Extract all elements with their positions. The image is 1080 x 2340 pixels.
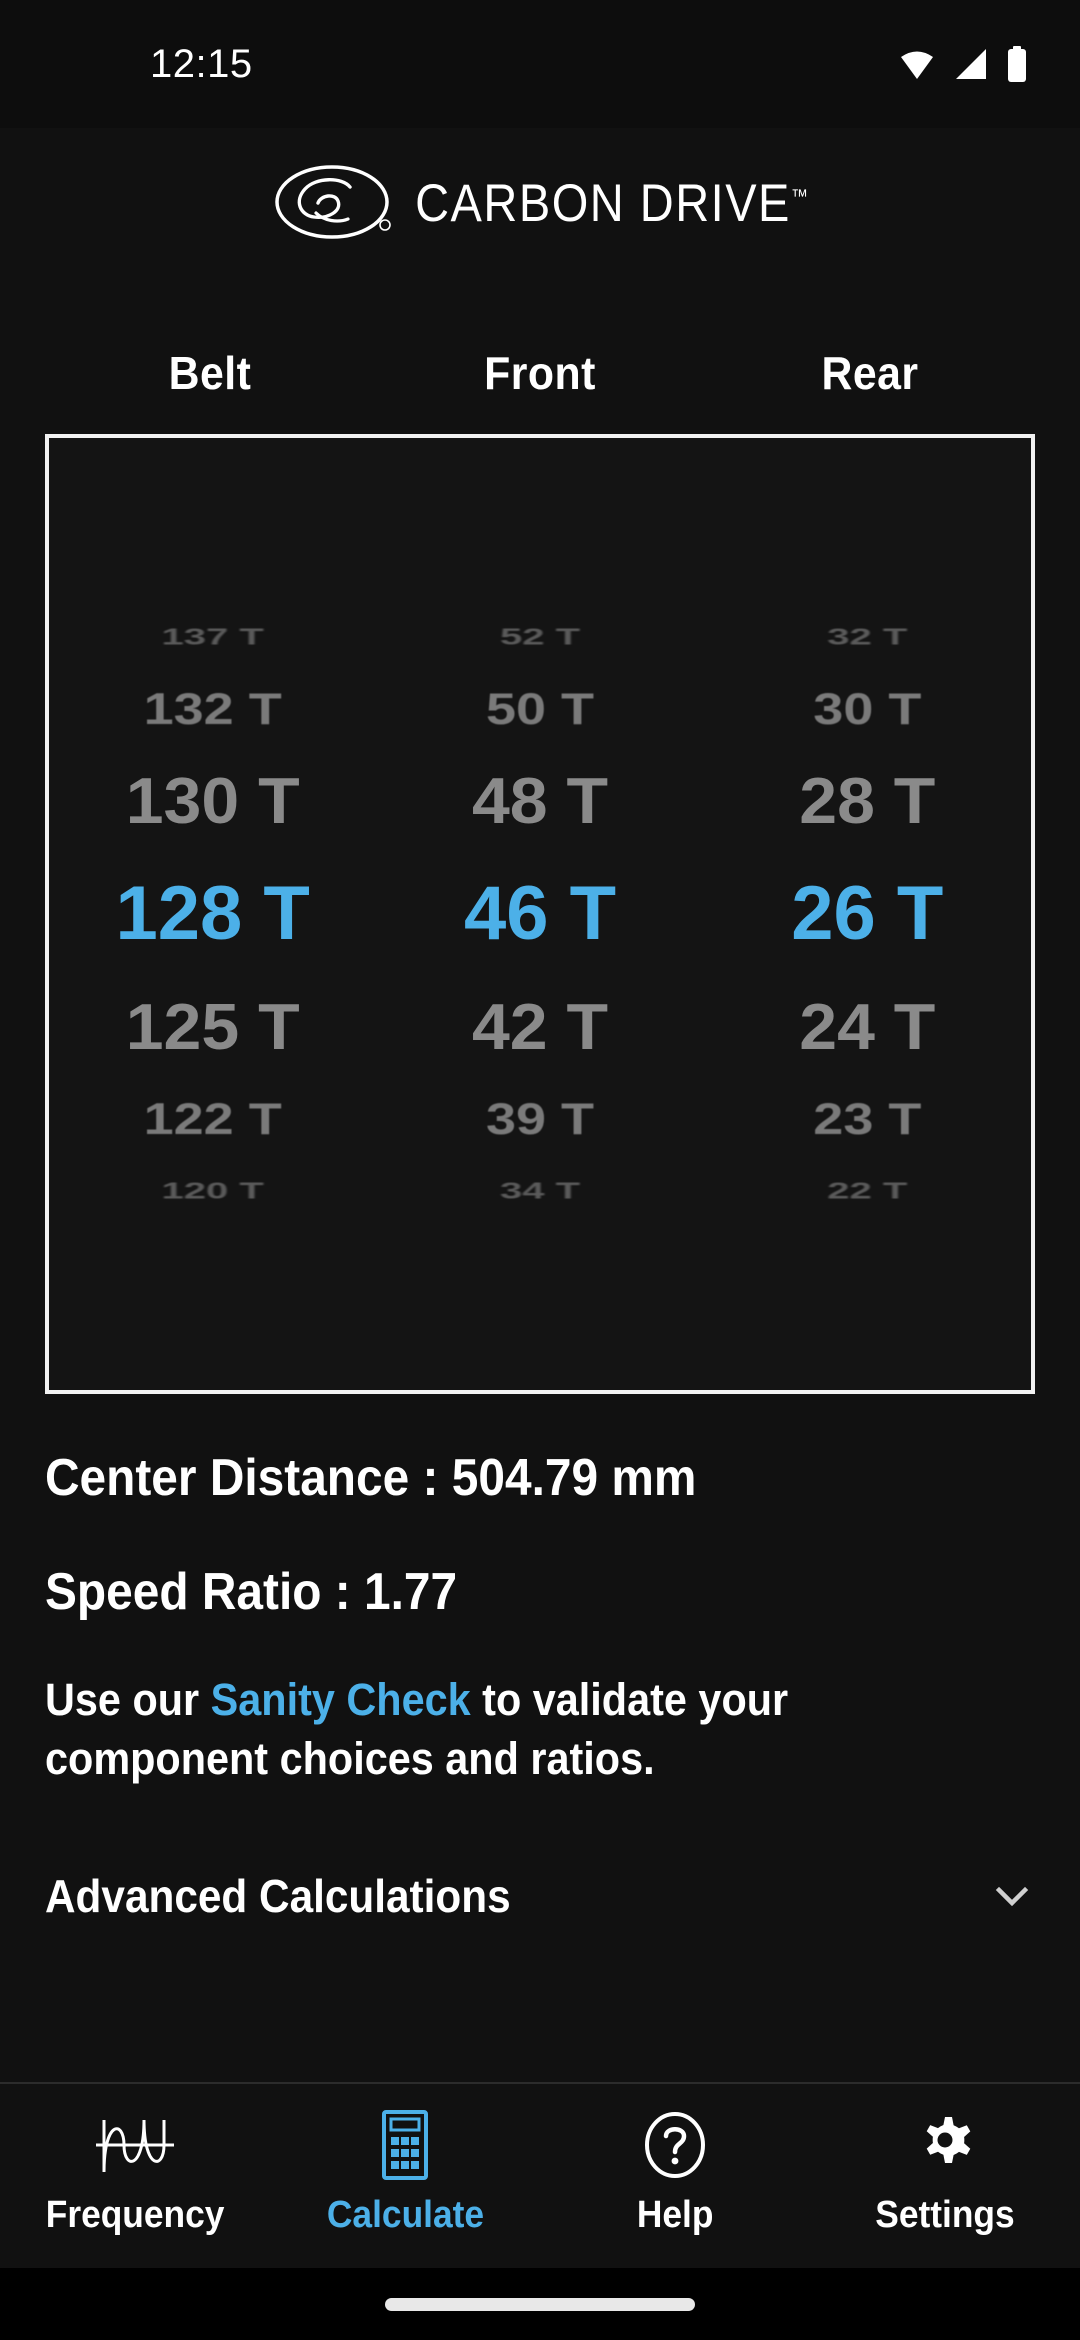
picker-item[interactable]: 137 T [49, 618, 376, 655]
brand-logo: CARBON DRIVE™ [272, 163, 808, 241]
nav-label-frequency: Frequency [45, 2193, 225, 2236]
bottom-navigation: Frequency Calculate Help Settings [0, 2082, 1080, 2268]
nav-label-settings: Settings [875, 2193, 1015, 2236]
advanced-calculations-label: Advanced Calculations [45, 1869, 511, 1922]
speed-ratio-result: Speed Ratio : 1.77 [45, 1563, 458, 1621]
picker-item[interactable]: 24 T [704, 977, 1031, 1077]
cellular-signal-icon [954, 48, 988, 80]
picker-item-selected-rear[interactable]: 26 T [704, 853, 1031, 975]
picker-item[interactable]: 42 T [376, 977, 703, 1077]
picker-item[interactable]: 34 T [376, 1172, 703, 1209]
nav-item-help[interactable]: Help [540, 2111, 810, 2237]
status-bar-clock: 12:15 [150, 41, 253, 86]
status-bar-icons [898, 46, 1028, 82]
chevron-down-icon[interactable] [989, 1873, 1035, 1919]
calculator-icon [382, 2109, 428, 2180]
picker-item[interactable]: 28 T [704, 751, 1031, 851]
picker-item[interactable]: 130 T [49, 751, 376, 851]
picker-column-rear[interactable]: 32 T 30 T 28 T 26 T 24 T 23 T 22 T [704, 438, 1031, 1390]
picker-item[interactable]: 22 T [704, 1172, 1031, 1209]
picker-item-selected-front[interactable]: 46 T [376, 853, 703, 975]
picker-item[interactable]: 39 T [376, 1086, 703, 1152]
nav-label-help: Help [636, 2193, 714, 2236]
question-circle-icon [643, 2111, 707, 2178]
gear-icon [914, 2112, 976, 2178]
column-header-front: Front [484, 347, 596, 399]
picker-item[interactable]: 132 T [49, 676, 376, 742]
picker-column-headers: Belt Front Rear [0, 346, 1080, 400]
battery-icon [1006, 46, 1028, 82]
home-indicator[interactable] [385, 2297, 695, 2311]
picker-item[interactable]: 122 T [49, 1086, 376, 1152]
nav-item-frequency[interactable]: Frequency [0, 2112, 270, 2237]
app-screen: 12:15 CARBON DRIVE™ Belt Front Rear 137 … [0, 0, 1080, 2340]
sanity-check-link[interactable]: Sanity Check [211, 1674, 471, 1725]
waveform-icon [94, 2112, 176, 2178]
wifi-icon [898, 48, 936, 80]
app-header: CARBON DRIVE™ [0, 128, 1080, 276]
picker-column-front[interactable]: 52 T 50 T 48 T 46 T 42 T 39 T 34 T [376, 438, 703, 1390]
sanity-check-message: Use our Sanity Check to validate your co… [45, 1670, 956, 1789]
nav-item-calculate[interactable]: Calculate [270, 2109, 540, 2237]
column-header-belt: Belt [168, 347, 252, 399]
status-bar: 12:15 [0, 0, 1080, 128]
picker-item[interactable]: 48 T [376, 751, 703, 851]
sanity-prefix: Use our [45, 1674, 211, 1725]
picker-item[interactable]: 23 T [704, 1086, 1031, 1152]
brand-name: CARBON DRIVE™ [415, 172, 808, 232]
picker-item[interactable]: 120 T [49, 1172, 376, 1209]
results-section: Center Distance : 504.79 mm Speed Ratio … [0, 1448, 1080, 1789]
column-header-rear: Rear [821, 347, 919, 399]
trademark-symbol: ™ [790, 185, 808, 207]
picker-item[interactable]: 52 T [376, 618, 703, 655]
gates-oval-logo-icon [272, 163, 397, 241]
nav-label-calculate: Calculate [326, 2193, 484, 2236]
picker-item[interactable]: 32 T [704, 618, 1031, 655]
advanced-calculations-row[interactable]: Advanced Calculations [0, 1869, 1080, 1923]
system-gesture-bar [0, 2268, 1080, 2340]
nav-item-settings[interactable]: Settings [810, 2112, 1080, 2237]
picker-column-belt[interactable]: 137 T 132 T 130 T 128 T 125 T 122 T 120 … [49, 438, 376, 1390]
picker-item[interactable]: 50 T [376, 676, 703, 742]
picker-item-selected-belt[interactable]: 128 T [49, 853, 376, 975]
tooth-count-picker[interactable]: 137 T 132 T 130 T 128 T 125 T 122 T 120 … [45, 434, 1035, 1394]
center-distance-result: Center Distance : 504.79 mm [45, 1449, 697, 1507]
picker-item[interactable]: 30 T [704, 676, 1031, 742]
picker-item[interactable]: 125 T [49, 977, 376, 1077]
